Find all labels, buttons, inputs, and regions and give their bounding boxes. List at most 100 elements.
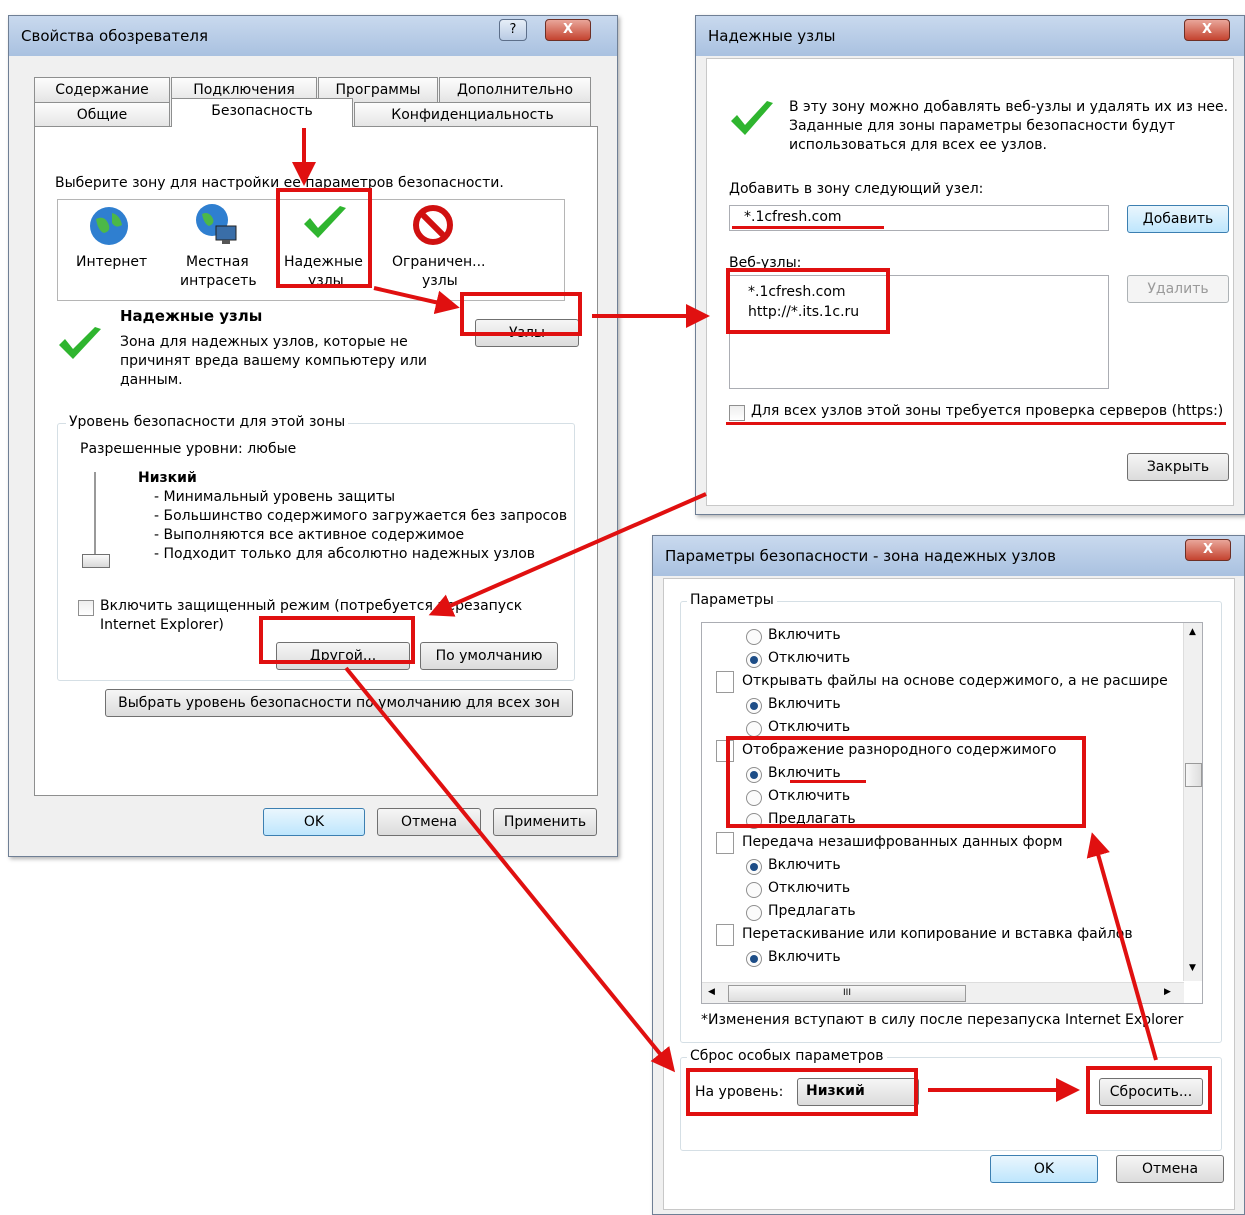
restricted-icon: [413, 205, 453, 245]
title-bar: Надежные узлы X: [696, 16, 1244, 56]
zone-restricted-label-2: узлы: [422, 273, 458, 289]
cancel-button[interactable]: Отмена: [377, 808, 481, 836]
add-site-label: Добавить в зону следующий узел:: [729, 181, 984, 197]
default-level-button[interactable]: По умолчанию: [420, 642, 558, 670]
option-label: Включить: [768, 949, 841, 965]
add-button[interactable]: Добавить: [1127, 205, 1229, 233]
radio-prompt[interactable]: [746, 905, 762, 921]
option-label: Отключить: [768, 650, 851, 666]
checkmark-icon: [731, 101, 773, 135]
highlight-level-select: [686, 1068, 918, 1116]
option-label: Включить: [768, 857, 841, 873]
level-item-2: - Большинство содержимого загружается бе…: [154, 508, 568, 524]
apply-button[interactable]: Применить: [493, 808, 597, 836]
zone-internet[interactable]: Интернет: [58, 200, 158, 300]
add-site-value: *.1cfresh.com: [744, 209, 842, 225]
zone-intranet[interactable]: Местная интрасеть: [166, 200, 266, 300]
security-slider-thumb[interactable]: [82, 554, 110, 568]
option-label: Включить: [768, 627, 841, 643]
tab-general[interactable]: Общие: [34, 102, 170, 127]
radio-enable[interactable]: [746, 698, 762, 714]
require-https-checkbox[interactable]: [729, 405, 745, 421]
internet-options-window: Свойства обозревателя ? X Содержание Под…: [8, 15, 618, 857]
underline-enable-option: [790, 780, 866, 783]
tab-privacy[interactable]: Конфиденциальность: [354, 102, 591, 127]
setting-page-icon: [716, 671, 734, 693]
level-name: Низкий: [138, 470, 197, 486]
title-bar: Параметры безопасности - зона надежных у…: [653, 536, 1244, 576]
highlight-custom-button: [259, 616, 415, 664]
radio-disable[interactable]: [746, 721, 762, 737]
title-bar: Свойства обозревателя ? X: [9, 16, 617, 56]
allowed-levels: Разрешенные уровни: любые: [80, 441, 297, 457]
option-label: Отключить: [768, 880, 851, 896]
highlight-mixed-content: [726, 736, 1086, 828]
help-button[interactable]: ?: [499, 19, 527, 41]
close-button[interactable]: X: [545, 19, 591, 41]
zone-desc-3: данным.: [120, 372, 183, 388]
underline-add-site: [732, 226, 884, 229]
scroll-left-icon[interactable]: ◀: [708, 987, 715, 997]
horizontal-scrollbar[interactable]: ◀ III ▶: [702, 982, 1184, 1003]
zone-desc-1: Зона для надежных узлов, которые не: [120, 334, 408, 350]
info-line-3: использоваться для всех ее узлов.: [789, 137, 1047, 153]
reset-all-zones-button[interactable]: Выбрать уровень безопасности по умолчани…: [105, 689, 573, 717]
require-https-label: Для всех узлов этой зоны требуется прове…: [751, 403, 1224, 419]
cancel-button[interactable]: Отмена: [1116, 1155, 1224, 1183]
highlight-sites-button: [460, 292, 582, 336]
security-slider-track: [94, 472, 96, 564]
ok-button[interactable]: OK: [990, 1155, 1098, 1183]
info-line-1: В эту зону можно добавлять веб-узлы и уд…: [789, 99, 1229, 115]
zone-restricted[interactable]: Ограничен... узлы: [378, 200, 488, 300]
level-item-3: - Выполняются все активное содержимое: [154, 527, 465, 543]
close-dialog-button[interactable]: Закрыть: [1127, 453, 1229, 481]
radio-disable[interactable]: [746, 882, 762, 898]
option-label: Включить: [768, 696, 841, 712]
window-title: Надежные узлы: [708, 27, 836, 45]
reset-legend: Сброс особых параметров: [687, 1048, 887, 1064]
highlight-reset-button: [1086, 1066, 1212, 1114]
h-scroll-thumb[interactable]: III: [728, 985, 966, 1002]
highlight-trusted-zone: [276, 188, 372, 288]
scroll-down-icon[interactable]: ▼: [1189, 963, 1196, 973]
zone-checkmark-icon: [59, 327, 101, 359]
level-item-1: - Минимальный уровень защиты: [154, 489, 396, 505]
protected-mode-checkbox[interactable]: [78, 600, 94, 616]
window-title: Свойства обозревателя: [21, 27, 208, 45]
close-button[interactable]: X: [1185, 539, 1231, 561]
radio-enable[interactable]: [746, 629, 762, 645]
scroll-thumb[interactable]: [1185, 763, 1202, 787]
zone-desc-2: причинят вреда вашему компьютеру или: [120, 353, 428, 369]
zone-intranet-label-1: Местная: [186, 254, 249, 270]
params-legend: Параметры: [687, 592, 777, 608]
close-button[interactable]: X: [1184, 19, 1230, 41]
setting-page-icon: [716, 924, 734, 946]
scroll-up-icon[interactable]: ▲: [1189, 627, 1196, 637]
setting-page-icon: [716, 832, 734, 854]
tab-advanced[interactable]: Дополнительно: [439, 77, 591, 102]
scroll-right-icon[interactable]: ▶: [1164, 987, 1171, 997]
globe-icon: [90, 207, 128, 245]
security-level-legend: Уровень безопасности для этой зоны: [66, 414, 349, 430]
restart-note: *Изменения вступают в силу после перезап…: [701, 1012, 1184, 1028]
setting-open-by-content: Открывать файлы на основе содержимого, а…: [742, 673, 1168, 689]
option-label: Предлагать: [768, 903, 856, 919]
radio-enable[interactable]: [746, 951, 762, 967]
protected-mode-label-2: Internet Explorer): [100, 617, 224, 633]
radio-enable[interactable]: [746, 859, 762, 875]
underline-https: [726, 422, 1226, 425]
level-item-4: - Подходит только для абсолютно надежных…: [154, 546, 536, 562]
protected-mode-label-1: Включить защищенный режим (потребуется п…: [100, 598, 523, 614]
window-title: Параметры безопасности - зона надежных у…: [665, 547, 1056, 565]
radio-disable[interactable]: [746, 652, 762, 668]
option-label: Отключить: [768, 719, 851, 735]
trusted-sites-window: Надежные узлы X В эту зону можно добавля…: [695, 15, 1245, 515]
tab-security[interactable]: Безопасность: [171, 98, 353, 127]
zone-internet-label: Интернет: [76, 254, 148, 270]
tab-content[interactable]: Содержание: [34, 77, 170, 102]
remove-button[interactable]: Удалить: [1127, 275, 1229, 303]
ok-button[interactable]: OK: [263, 808, 365, 836]
zone-title: Надежные узлы: [120, 307, 263, 325]
vertical-scrollbar[interactable]: ▲ ▼: [1183, 623, 1202, 981]
zone-intranet-label-2: интрасеть: [180, 273, 257, 289]
